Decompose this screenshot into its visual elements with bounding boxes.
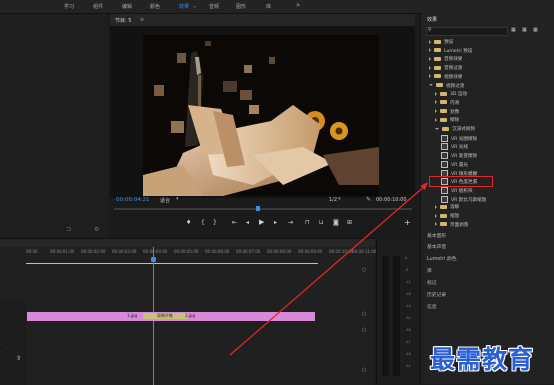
arrow-line (229, 184, 427, 356)
watermark-logo: 最需教育 (430, 345, 535, 374)
annotation-arrow (229, 182, 428, 356)
